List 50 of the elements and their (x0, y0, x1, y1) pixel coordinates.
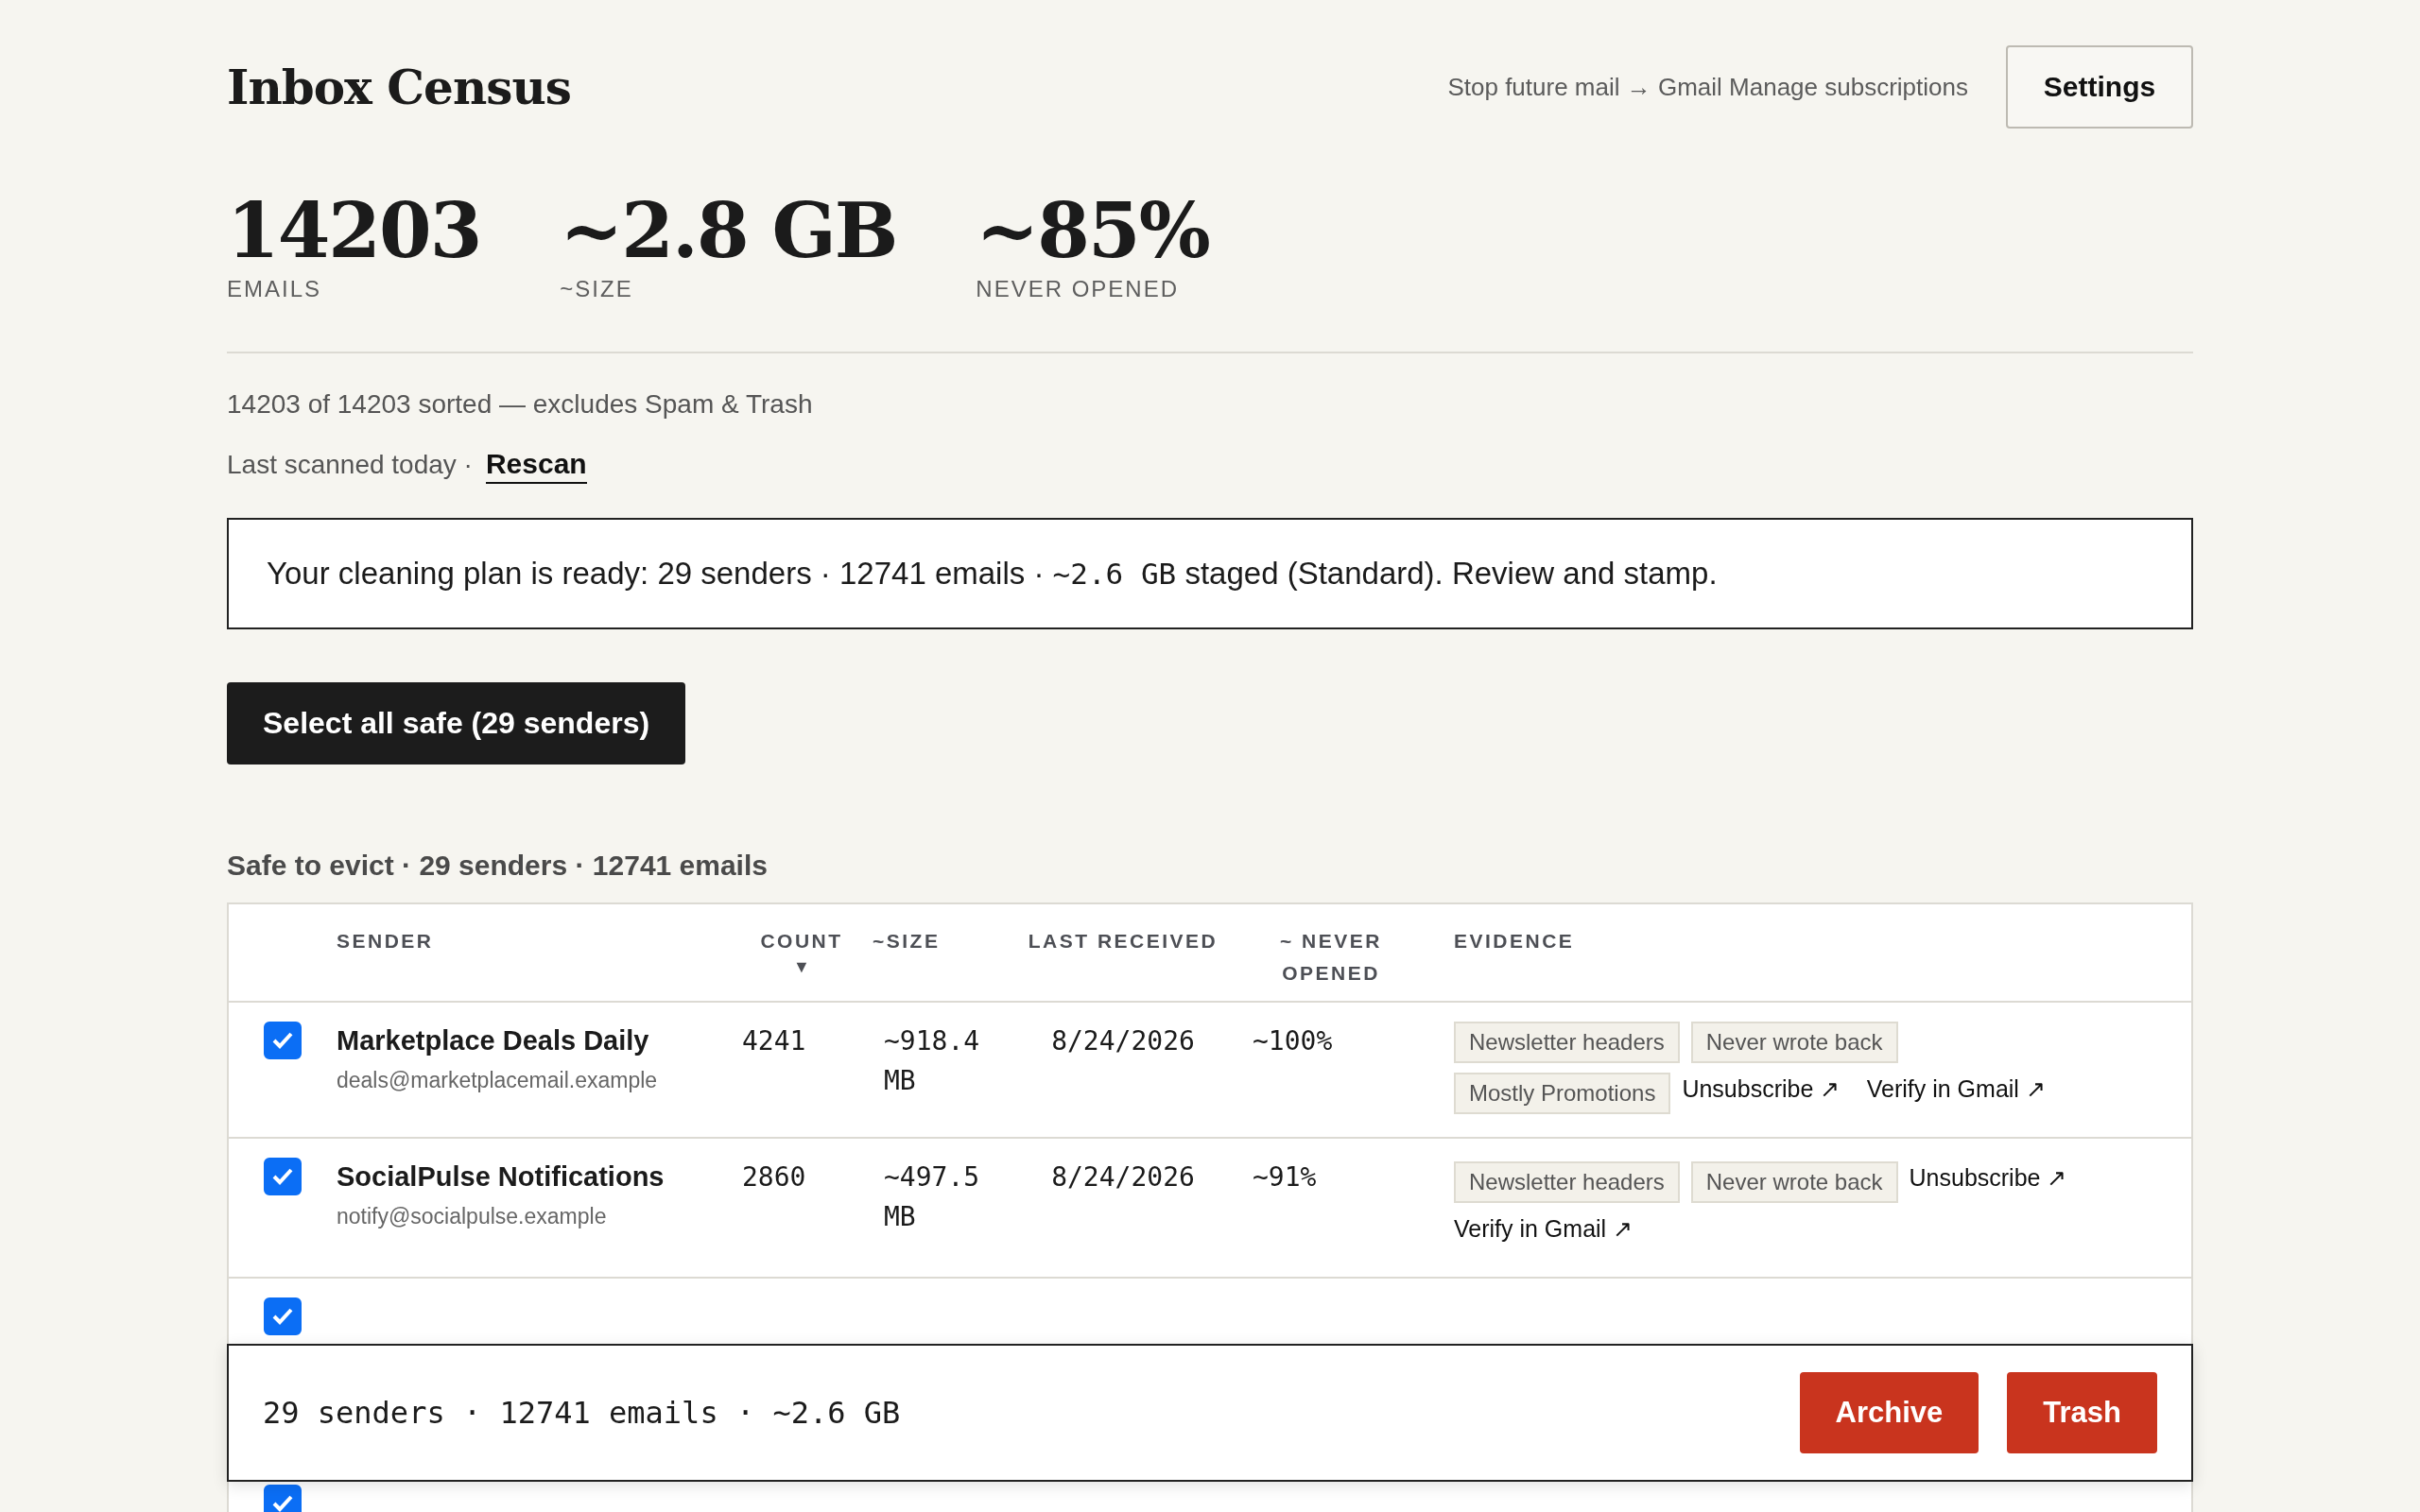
stat-label: NEVER OPENED (976, 276, 1181, 302)
app-title: Inbox Census (227, 59, 571, 115)
sorted-note: 14203 of 14203 sorted — excludes Spam & Trash (227, 389, 814, 420)
trash-button[interactable]: Trash (2007, 1372, 2157, 1453)
column-header[interactable]: SENDER (337, 925, 731, 957)
evidence-tag: Mostly Promotions (1454, 1072, 1671, 1114)
size-cell-text: ~497.5 MB (883, 1160, 981, 1234)
evidence-tag: Newsletter headers (1454, 1021, 1680, 1063)
section-title: Safe to evict · 29 senders · 12741 emails (227, 850, 769, 882)
stat-value: 14203 (227, 191, 481, 270)
evidence-tag: Newsletter headers (1454, 1160, 1680, 1203)
stat-label: ~SIZE (560, 276, 634, 302)
sender-name: Marketplace Deals Daily (337, 1025, 650, 1057)
column-header[interactable]: LAST RECEIVED (1005, 925, 1241, 957)
column-header[interactable]: EVIDENCE (1421, 925, 2191, 957)
sort-icon[interactable]: ▼ (793, 957, 810, 977)
percent-cell-text: ~91% (1252, 1160, 1318, 1194)
evidence-link[interactable]: Verify in Gmail ↗ (1454, 1215, 1634, 1242)
checkbox[interactable] (264, 1022, 302, 1059)
sender-email: deals@marketplacemail.example (337, 1068, 659, 1093)
column-header[interactable]: ~ NEVER OPENED (1241, 925, 1421, 989)
size-cell-text: ~918.4 MB (883, 1024, 981, 1098)
date-cell-text: 8/24/2026 (1050, 1024, 1196, 1058)
stat-value: ~85% (976, 191, 1209, 270)
archive-button[interactable]: Archive (1799, 1372, 1979, 1453)
checkbox[interactable] (264, 1297, 302, 1335)
evidence-link[interactable]: Unsubscribe ↗ (1909, 1164, 2067, 1191)
column-header[interactable]: ~SIZE (873, 925, 1005, 957)
evidence-tag: Never wrote back (1690, 1160, 1898, 1203)
settings-button[interactable]: Settings (2006, 45, 2193, 129)
selection-summary: 29 senders · 12741 emails · ~2.6 GB (263, 1395, 901, 1431)
sender-email: notify@socialpulse.example (337, 1204, 608, 1229)
scan-status: Last scanned today · (227, 450, 473, 480)
count-cell-text: 2860 (741, 1160, 807, 1194)
stat-label: EMAILS (227, 276, 323, 302)
select-all-button[interactable]: Select all safe (29 senders) (227, 682, 686, 765)
evidence-link[interactable]: Verify in Gmail ↗ (1866, 1075, 2046, 1102)
rescan-link[interactable]: Rescan (485, 448, 587, 484)
date-cell-text: 8/24/2026 (1050, 1160, 1196, 1194)
subscriptions-link[interactable]: Stop future mail → Gmail Manage subscriptions (1447, 72, 1968, 102)
checkbox[interactable] (264, 1485, 302, 1512)
plan-banner: Your cleaning plan is ready: 29 senders · 12741 emails · ~2.6 GB staged (Standard). Review and stamp. (227, 518, 2193, 629)
stat-value: ~2.8 GB (560, 191, 897, 270)
percent-cell-text: ~100% (1252, 1024, 1334, 1058)
checkbox[interactable] (264, 1158, 302, 1195)
evidence-link[interactable]: Unsubscribe ↗ (1682, 1075, 1841, 1102)
sender-name: SocialPulse Notifications (337, 1161, 666, 1193)
evidence-tag: Never wrote back (1690, 1021, 1898, 1063)
count-cell-text: 4241 (741, 1024, 807, 1058)
column-header[interactable]: COUNT (760, 925, 843, 957)
